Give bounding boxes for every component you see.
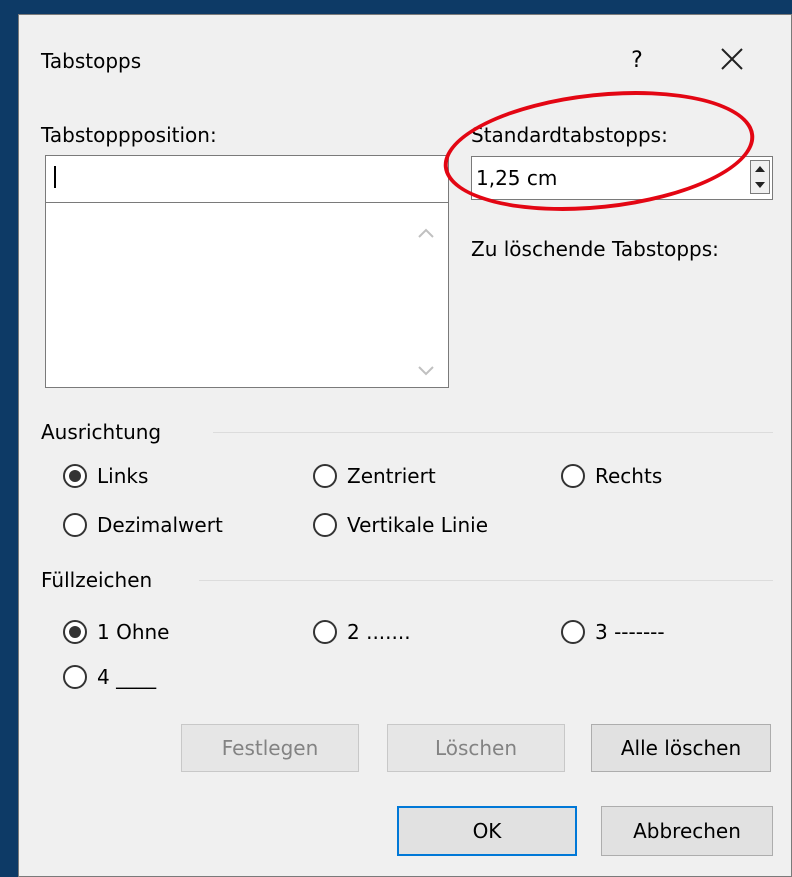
triangle-down-icon [755,182,765,188]
radio-align-left-label[interactable]: Links [97,464,148,488]
default-tabs-value: 1,25 cm [476,166,558,190]
radio-leader-underline-label[interactable]: 4 ____ [97,665,156,689]
clear-all-button[interactable]: Alle löschen [591,724,771,772]
highlight-ellipse [437,77,761,225]
radio-leader-dots[interactable] [313,620,337,644]
alignment-heading: Ausrichtung [41,420,162,444]
radio-align-right-label[interactable]: Rechts [595,464,662,488]
clear-button[interactable]: Löschen [387,724,565,772]
radio-align-right[interactable] [561,464,585,488]
radio-align-decimal[interactable] [63,513,87,537]
tabstop-list[interactable] [45,202,449,388]
radio-align-left[interactable] [63,464,87,488]
close-icon [721,48,743,70]
tabstop-position-input[interactable] [45,155,449,203]
ok-button[interactable]: OK [397,806,577,856]
leader-divider [199,580,773,581]
default-tabs-input[interactable]: 1,25 cm [471,156,773,200]
alignment-divider [213,432,773,433]
radio-align-bar-label[interactable]: Vertikale Linie [347,513,488,537]
spin-down-button[interactable] [751,177,769,193]
radio-leader-dots-label[interactable]: 2 ....... [347,620,411,644]
cancel-button[interactable]: Abbrechen [601,806,773,856]
radio-leader-dashes[interactable] [561,620,585,644]
scroll-down-arrow[interactable] [416,363,436,379]
tabstop-position-label: Tabstoppposition: [41,123,217,147]
triangle-up-icon [755,166,765,172]
chevron-up-icon [418,228,434,238]
radio-leader-none-label[interactable]: 1 Ohne [97,620,169,644]
help-button[interactable]: ? [626,48,648,73]
default-tabs-spinner[interactable] [750,160,770,194]
text-caret [54,166,56,188]
radio-leader-dashes-label[interactable]: 3 ------- [595,620,665,644]
radio-align-decimal-label[interactable]: Dezimalwert [97,513,223,537]
clear-tabs-label: Zu löschende Tabstopps: [471,237,719,261]
close-button[interactable] [714,41,750,77]
radio-leader-underline[interactable] [63,665,87,689]
radio-leader-none[interactable] [63,620,87,644]
dialog-window: Tabstopps ? Tabstoppposition: Standardta… [18,14,792,877]
radio-align-bar[interactable] [313,513,337,537]
chevron-down-icon [418,366,434,376]
radio-align-center[interactable] [313,464,337,488]
set-button[interactable]: Festlegen [181,724,359,772]
radio-align-center-label[interactable]: Zentriert [347,464,436,488]
default-tabs-label: Standardtabstopps: [471,123,668,147]
spin-up-button[interactable] [751,161,769,177]
dialog-title: Tabstopps [41,49,142,73]
leader-heading: Füllzeichen [41,568,153,592]
scroll-up-arrow[interactable] [416,225,436,241]
